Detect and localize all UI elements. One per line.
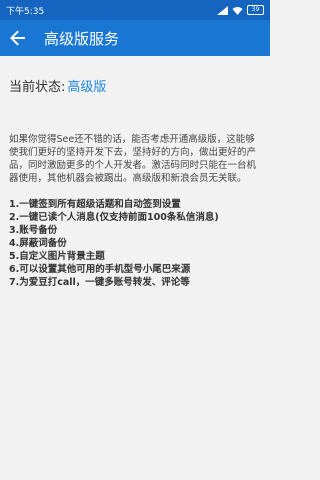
feature-item: 6.可以设置其他可用的手机型号小尾巴来源	[9, 264, 191, 275]
wifi-icon	[232, 6, 243, 15]
premium-description: 如果你觉得See还不错的话，能否考虑开通高级版，这能够使我们更好的坚持开发下去，…	[9, 134, 257, 184]
status-time: 下午5:35	[6, 6, 45, 17]
current-status-label: 当前状态:	[9, 80, 66, 95]
feature-item: 5.自定义图片背景主题	[9, 251, 105, 262]
feature-list: 1.一键签到所有超级话题和自动签到设置 2.一键已读个人消息(仅支持前面100条…	[9, 198, 261, 289]
current-status: 当前状态: 高级版	[9, 76, 261, 95]
current-status-value: 高级版	[67, 80, 107, 95]
feature-item: 7.为爱豆打call，一键多账号转发、评论等	[9, 277, 190, 288]
feature-item: 3.账号备份	[9, 225, 58, 236]
status-icons: 39	[217, 5, 264, 15]
feature-item: 4.屏蔽词备份	[9, 238, 67, 249]
status-bar: 下午5:35 39	[0, 0, 270, 20]
app-bar: 高级版服务	[0, 20, 270, 56]
signal-icon	[217, 5, 228, 15]
feature-item: 1.一键签到所有超级话题和自动签到设置	[9, 199, 181, 210]
feature-item: 2.一键已读个人消息(仅支持前面100条私信消息)	[9, 212, 219, 223]
page-title: 高级版服务	[44, 29, 120, 48]
battery-icon: 39	[247, 5, 264, 15]
arrow-back-icon[interactable]	[8, 28, 28, 48]
